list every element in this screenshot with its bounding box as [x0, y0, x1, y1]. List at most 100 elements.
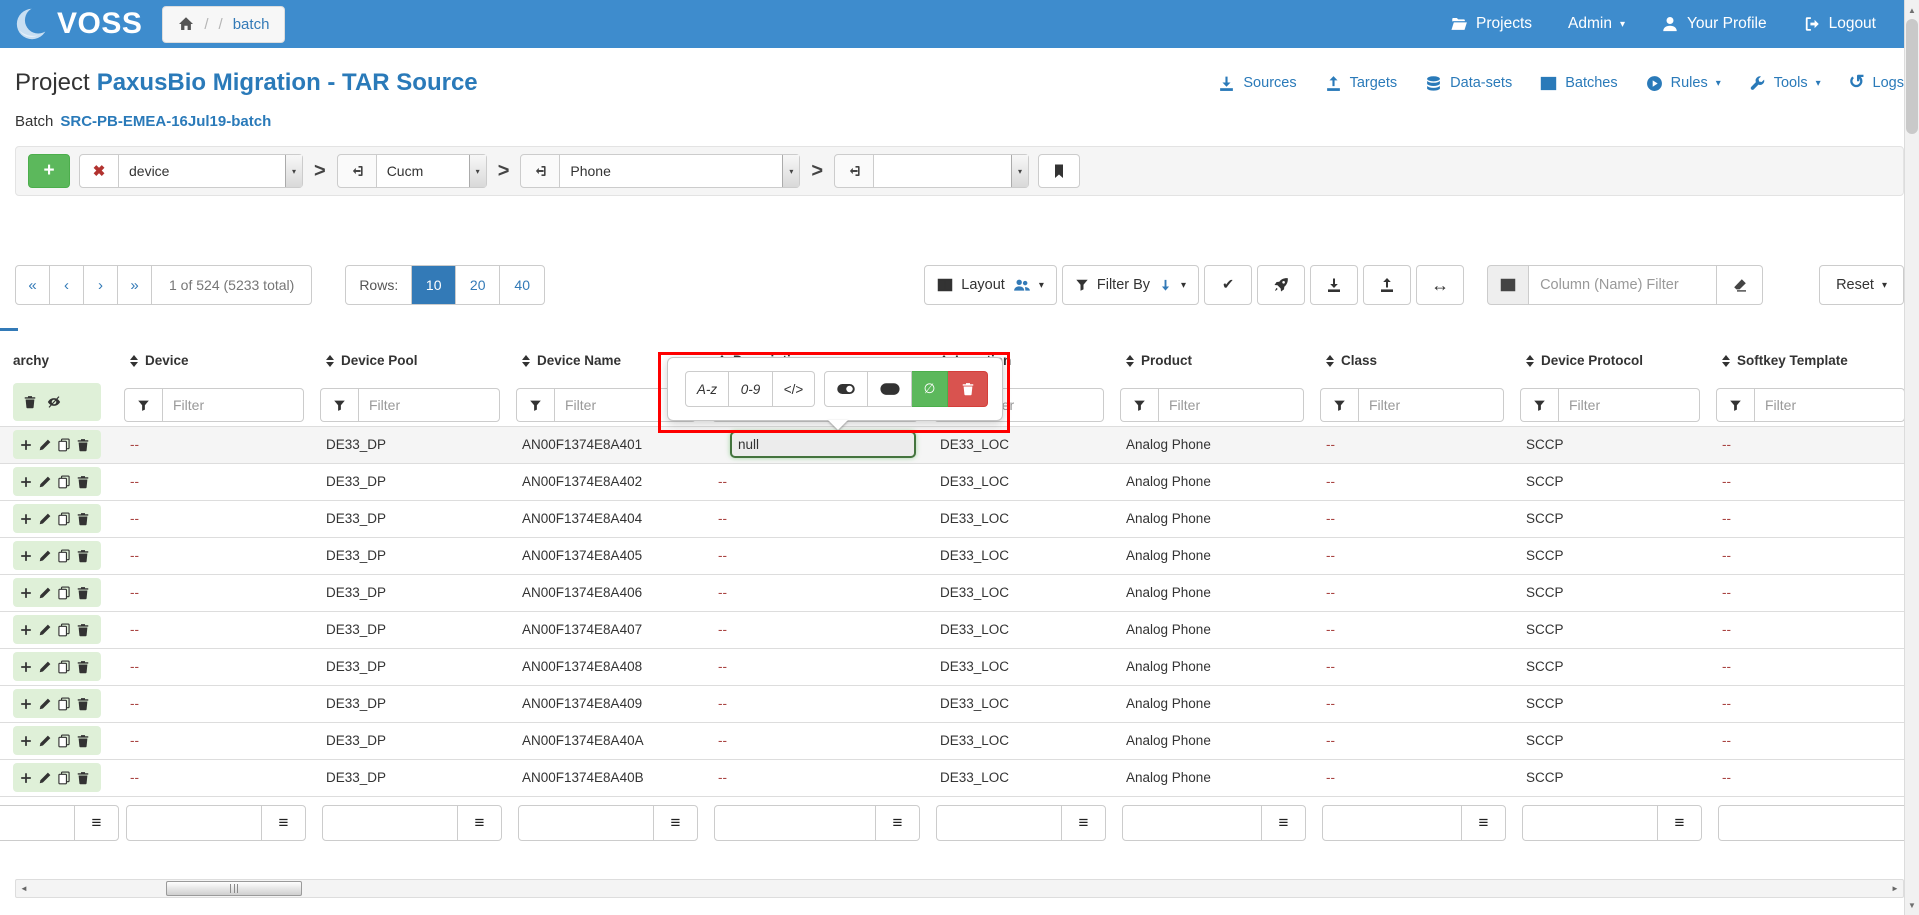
- nav-admin[interactable]: Admin ▾: [1568, 15, 1625, 33]
- scroll-left-arrow[interactable]: ◄: [16, 880, 32, 897]
- column-header-device-pool[interactable]: Device Pool: [318, 343, 514, 378]
- rows-option-20[interactable]: 20: [456, 266, 500, 304]
- footer-input-description[interactable]: [715, 806, 875, 840]
- home-icon[interactable]: [178, 16, 194, 32]
- row-edit-button[interactable]: [38, 438, 52, 452]
- footer-input-class[interactable]: [1323, 806, 1461, 840]
- footer-input-softkey-template[interactable]: [1719, 806, 1919, 840]
- column-header-device-protocol[interactable]: Device Protocol: [1518, 343, 1714, 378]
- subnav-logs[interactable]: ↺ Logs: [1849, 75, 1904, 91]
- row-copy-button[interactable]: [57, 660, 71, 674]
- row-edit-button[interactable]: [38, 623, 52, 637]
- table-row[interactable]: --DE33_DPAN00F1374E8A402--DE33_LOCAnalog…: [0, 463, 1919, 500]
- row-edit-button[interactable]: [38, 660, 52, 674]
- row-delete-button[interactable]: [76, 475, 90, 489]
- assign-icon[interactable]: [337, 154, 377, 188]
- page-last-button[interactable]: »: [118, 266, 152, 304]
- vertical-scrollbar-thumb[interactable]: [1906, 19, 1918, 134]
- table-row[interactable]: --DE33_DPAN00F1374E8A408--DE33_LOCAnalog…: [0, 648, 1919, 685]
- run-button[interactable]: [1257, 265, 1305, 305]
- add-step-button[interactable]: +: [28, 154, 70, 188]
- row-delete-button[interactable]: [76, 586, 90, 600]
- row-copy-button[interactable]: [57, 586, 71, 600]
- description-edit-input[interactable]: [730, 431, 916, 458]
- row-edit-button[interactable]: [38, 697, 52, 711]
- filter-input-class[interactable]: [1358, 388, 1504, 422]
- filter-numeric-button[interactable]: 0-9: [729, 371, 773, 407]
- footer-menu-button[interactable]: ≡: [1261, 806, 1305, 840]
- row-add-button[interactable]: [19, 734, 33, 748]
- subnav-batches[interactable]: Batches: [1540, 75, 1617, 92]
- nav-projects[interactable]: Projects: [1450, 15, 1532, 33]
- phone-select[interactable]: Phone ▾: [560, 154, 800, 188]
- row-add-button[interactable]: [19, 438, 33, 452]
- row-delete-button[interactable]: [76, 771, 90, 785]
- row-copy-button[interactable]: [57, 438, 71, 452]
- row-copy-button[interactable]: [57, 512, 71, 526]
- filter-input-device[interactable]: [162, 388, 304, 422]
- column-header-hierarchy[interactable]: archy: [0, 343, 122, 378]
- trash-icon[interactable]: [23, 395, 37, 409]
- row-edit-button[interactable]: [38, 586, 52, 600]
- table-row[interactable]: --DE33_DPAN00F1374E8A406--DE33_LOCAnalog…: [0, 574, 1919, 611]
- page-first-button[interactable]: «: [16, 266, 50, 304]
- column-header-device[interactable]: Device: [122, 343, 318, 378]
- apply-button[interactable]: ✔: [1204, 265, 1252, 305]
- toggle-off-button[interactable]: [868, 371, 912, 407]
- filter-by-button[interactable]: Filter By ▾: [1062, 265, 1199, 305]
- footer-menu-button[interactable]: ≡: [74, 806, 118, 840]
- breadcrumb-batch-link[interactable]: batch: [233, 16, 270, 33]
- footer-menu-button[interactable]: ≡: [1461, 806, 1505, 840]
- column-header-product[interactable]: Product: [1118, 343, 1318, 378]
- toggle-on-button[interactable]: [824, 371, 868, 407]
- nav-logout[interactable]: Logout: [1803, 15, 1876, 33]
- vertical-scrollbar[interactable]: ▲ ▼: [1904, 0, 1919, 915]
- footer-menu-button[interactable]: ≡: [653, 806, 697, 840]
- project-name-link[interactable]: PaxusBio Migration - TAR Source: [97, 69, 478, 96]
- row-add-button[interactable]: [19, 586, 33, 600]
- table-row[interactable]: --DE33_DPAN00F1374E8A409--DE33_LOCAnalog…: [0, 685, 1919, 722]
- row-edit-button[interactable]: [38, 549, 52, 563]
- remove-step-button[interactable]: ✖: [79, 154, 119, 188]
- assign-icon[interactable]: [834, 154, 874, 188]
- table-row[interactable]: --DE33_DPAN00F1374E8A404--DE33_LOCAnalog…: [0, 500, 1919, 537]
- row-delete-button[interactable]: [76, 512, 90, 526]
- row-delete-button[interactable]: [76, 438, 90, 452]
- bookmark-button[interactable]: [1038, 154, 1080, 188]
- filter-input-device-pool[interactable]: [358, 388, 500, 422]
- row-edit-button[interactable]: [38, 734, 52, 748]
- rows-option-10[interactable]: 10: [412, 266, 456, 304]
- subnav-sources[interactable]: Sources: [1218, 75, 1296, 92]
- row-copy-button[interactable]: [57, 734, 71, 748]
- horizontal-scrollbar[interactable]: ◄ ►: [15, 879, 1904, 898]
- row-copy-button[interactable]: [57, 771, 71, 785]
- batch-name-link[interactable]: SRC-PB-EMEA-16Jul19-batch: [60, 113, 271, 130]
- row-edit-button[interactable]: [38, 512, 52, 526]
- row-add-button[interactable]: [19, 549, 33, 563]
- subnav-tools[interactable]: Tools ▾: [1749, 75, 1821, 92]
- footer-menu-button[interactable]: ≡: [875, 806, 919, 840]
- subnav-data-sets[interactable]: Data-sets: [1425, 75, 1512, 92]
- export-button[interactable]: [1363, 265, 1411, 305]
- table-row[interactable]: --DE33_DPAN00F1374E8A40B--DE33_LOCAnalog…: [0, 759, 1919, 796]
- cucm-select[interactable]: Cucm ▾: [377, 154, 487, 188]
- footer-input-device-protocol[interactable]: [1523, 806, 1657, 840]
- table-row[interactable]: --DE33_DPAN00F1374E8A40A--DE33_LOCAnalog…: [0, 722, 1919, 759]
- assign-icon[interactable]: [520, 154, 560, 188]
- row-add-button[interactable]: [19, 475, 33, 489]
- scroll-right-arrow[interactable]: ►: [1887, 880, 1903, 897]
- row-add-button[interactable]: [19, 623, 33, 637]
- table-row[interactable]: --DE33_DPAN00F1374E8A401DE33_LOCAnalog P…: [0, 426, 1919, 463]
- row-delete-button[interactable]: [76, 697, 90, 711]
- subnav-targets[interactable]: Targets: [1325, 75, 1398, 92]
- footer-input-device-pool[interactable]: [323, 806, 457, 840]
- scroll-up-arrow[interactable]: ▲: [1905, 3, 1919, 17]
- row-edit-button[interactable]: [38, 475, 52, 489]
- empty-select[interactable]: ▾: [874, 154, 1029, 188]
- page-next-button[interactable]: ›: [84, 266, 118, 304]
- row-delete-button[interactable]: [76, 734, 90, 748]
- reset-button[interactable]: Reset ▾: [1819, 265, 1904, 305]
- filter-input-device-protocol[interactable]: [1558, 388, 1700, 422]
- table-row[interactable]: --DE33_DPAN00F1374E8A407--DE33_LOCAnalog…: [0, 611, 1919, 648]
- row-copy-button[interactable]: [57, 549, 71, 563]
